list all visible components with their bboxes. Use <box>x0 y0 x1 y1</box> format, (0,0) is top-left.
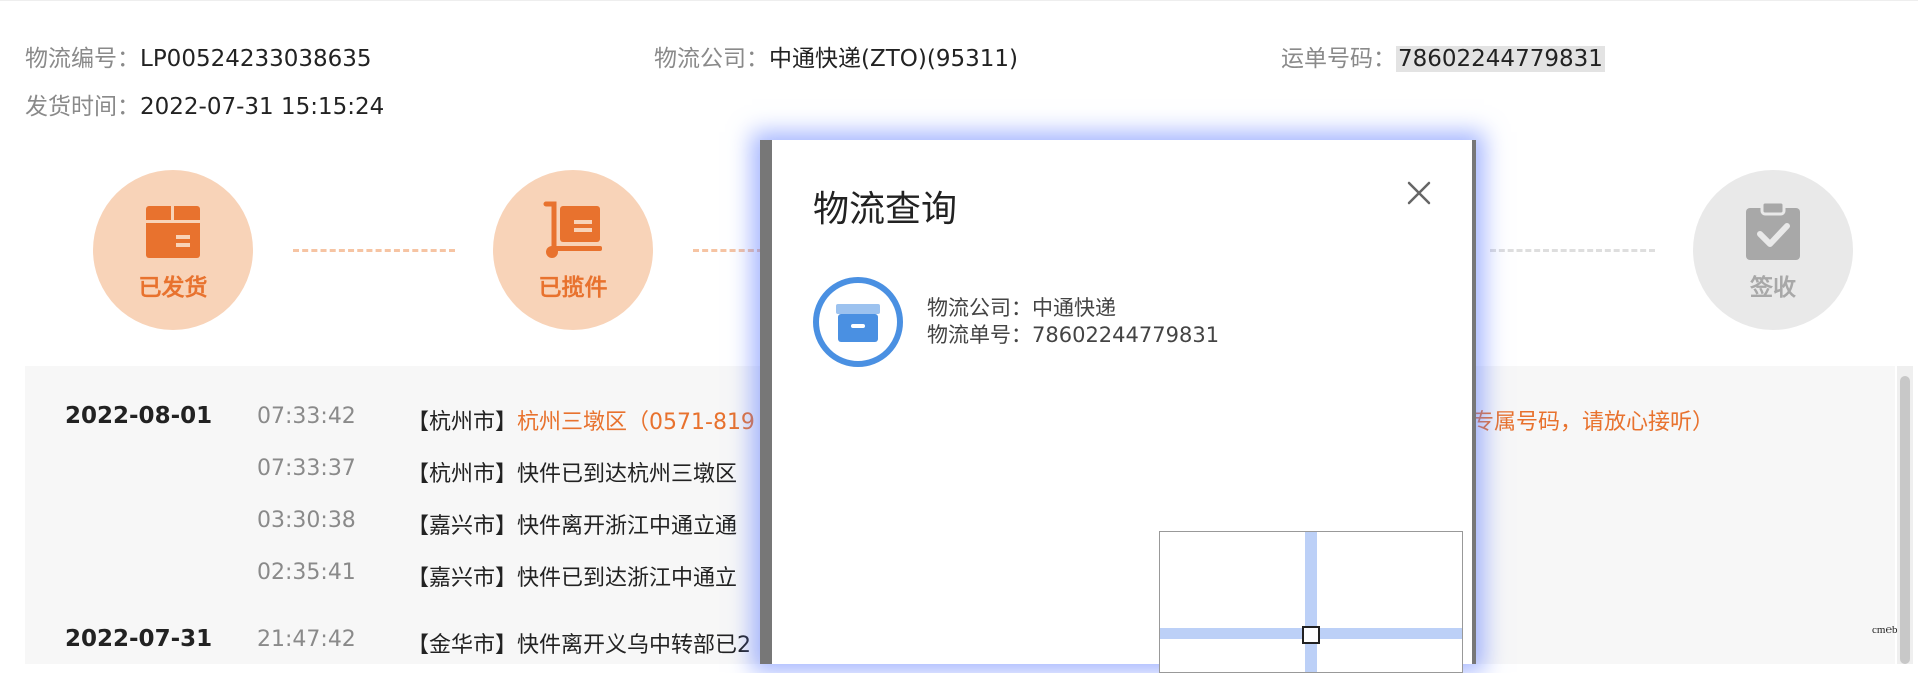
ship-time-label: 发货时间： <box>25 94 140 120</box>
close-icon[interactable] <box>1402 176 1436 210</box>
modal-number-value: 78602244779831 <box>1032 323 1220 347</box>
logistics-company-row: 物流公司：中通快递(ZTO)(95311) <box>654 44 1018 74</box>
step-picked-up: 已揽件 <box>493 170 653 330</box>
step-shipped: 已发货 <box>93 170 253 330</box>
step-shipped-label: 已发货 <box>138 275 208 301</box>
timeline-city: 【杭州市】 <box>407 462 518 487</box>
logistics-company-label: 物流公司： <box>654 46 769 72</box>
timeline-time: 02:35:41 <box>257 560 356 585</box>
waybill-label: 运单号码： <box>1281 46 1396 72</box>
timeline-entry: 【金华市】快件离开义乌中转部已2 <box>407 627 751 659</box>
modal-number-label: 物流单号： <box>927 323 1032 347</box>
timeline-date: 2022-07-31 <box>65 626 213 652</box>
timeline-city: 【嘉兴市】 <box>407 566 518 591</box>
hand-truck-icon <box>543 201 602 258</box>
timeline-entry: 【杭州市】杭州三墩区（0571-819 <box>407 404 755 436</box>
logistics-number-label: 物流编号： <box>25 46 140 72</box>
grid-center-handle[interactable] <box>1302 626 1320 644</box>
timeline-date: 2022-08-01 <box>65 403 213 429</box>
timeline-entry: 【杭州市】快件已到达杭州三墩区 <box>407 456 737 488</box>
modal-company-line: 物流公司：中通快递 <box>927 292 1116 322</box>
modal-company-value: 中通快递 <box>1032 296 1116 320</box>
top-divider <box>0 0 1918 1</box>
modal-number-line: 物流单号：78602244779831 <box>927 319 1219 349</box>
ship-time-value: 2022-07-31 15:15:24 <box>140 94 385 120</box>
step-connector <box>1490 249 1655 252</box>
timeline-time: 21:47:42 <box>257 627 356 652</box>
logistics-number-value: LP00524233038635 <box>140 46 372 72</box>
step-signed-label: 签收 <box>1750 275 1796 301</box>
timeline-time: 07:33:37 <box>257 456 356 481</box>
timeline-city: 【嘉兴市】 <box>407 514 518 539</box>
grid-vertical-guide <box>1305 532 1317 672</box>
timeline-entry-text: 快件已到达杭州三墩区 <box>517 462 738 487</box>
timeline-entry-tail: 专属号码，请放心接听） <box>1472 410 1715 435</box>
timeline-entry-text: 快件已到达浙江中通立 <box>517 566 738 591</box>
scrollbar-thumb[interactable] <box>1900 376 1910 664</box>
logistics-company-value: 中通快递(ZTO)(95311) <box>769 46 1018 72</box>
corner-watermark: cm℮b <box>1872 624 1898 636</box>
waybill-value[interactable]: 78602244779831 <box>1396 46 1605 72</box>
timeline-entry-text: 快件离开义乌中转部已2 <box>517 633 752 658</box>
timeline-entry: 【嘉兴市】快件离开浙江中通立通 <box>407 508 737 540</box>
timeline-city: 【杭州市】 <box>407 410 518 435</box>
logistics-number-row: 物流编号：LP00524233038635 <box>25 44 372 74</box>
timeline-city: 【金华市】 <box>407 633 518 658</box>
step-connector <box>693 249 763 252</box>
waybill-row: 运单号码：78602244779831 <box>1281 44 1605 74</box>
timeline-entry: 【嘉兴市】快件已到达浙江中通立 <box>407 560 737 592</box>
timeline-entry-text: 杭州三墩区（0571-819 <box>517 410 755 435</box>
modal-company-label: 物流公司： <box>927 296 1032 320</box>
timeline-entry-text: 快件离开浙江中通立通 <box>517 514 738 539</box>
timeline-scrollbar[interactable] <box>1897 366 1913 664</box>
step-connector <box>293 249 455 252</box>
selection-grid-overlay[interactable] <box>1159 531 1463 673</box>
package-icon <box>813 277 903 367</box>
step-picked-up-label: 已揽件 <box>538 275 608 301</box>
modal-title: 物流查询 <box>813 189 958 230</box>
step-signed: 签收 <box>1693 170 1853 330</box>
timeline-time: 07:33:42 <box>257 404 356 429</box>
box-icon <box>146 206 200 258</box>
timeline-time: 03:30:38 <box>257 508 356 533</box>
clipboard-check-icon <box>1746 200 1800 260</box>
ship-time-row: 发货时间：2022-07-31 15:15:24 <box>25 92 384 122</box>
